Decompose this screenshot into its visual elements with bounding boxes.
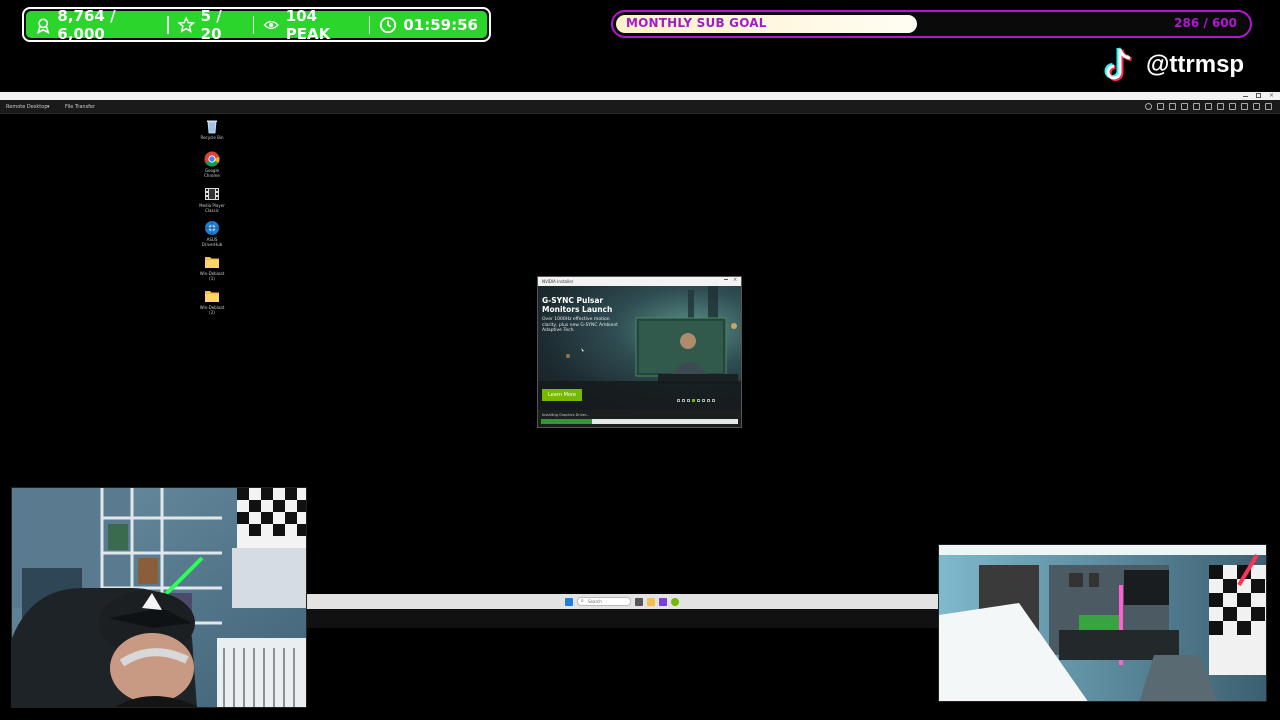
files-icon[interactable] [1229,103,1236,110]
remote-desktop-menu[interactable]: Remote Desktop [6,102,48,112]
maximize-icon[interactable] [1255,93,1261,98]
keyboard-icon[interactable] [1169,103,1176,110]
file-explorer-icon[interactable] [647,597,655,606]
app-icon[interactable] [659,597,667,606]
desktop-icon-asus-driverhub[interactable]: ASUS DriverHub [198,220,226,247]
followers-count: 8,764 / 6,000 [57,6,116,43]
stars-count: 5 / 20 [200,6,222,43]
nvidia-installer-window: NVIDIA Installer × G-SYNC Pulsar Monitor… [537,276,742,428]
windows-start-icon[interactable] [565,597,573,606]
desktop-icon-label: Win-Debloat (2) [199,305,225,315]
carousel-dot-active[interactable] [692,399,695,402]
carousel-dots [677,399,715,402]
room-camera-feed [938,544,1267,702]
clock-icon [380,16,397,33]
record-icon[interactable] [1217,103,1224,110]
divider [252,15,255,34]
close-icon[interactable]: × [733,278,737,283]
carousel-dot[interactable] [697,399,700,402]
media-player-icon [204,186,220,202]
streamer-webcam [11,487,307,708]
carousel-dot[interactable] [677,399,680,402]
timer-stat: 01:59:56 [370,11,487,38]
install-progress-fill [541,419,593,424]
installer-title: NVIDIA Installer [542,279,574,284]
stream-timer: 01:59:56 [403,15,478,34]
settings-icon[interactable] [1145,103,1152,110]
desktop-icon-label: Google Chrome [204,168,220,178]
peak-viewers: 104 PEAK [285,6,331,43]
installer-titlebar[interactable]: NVIDIA Installer × [538,277,741,286]
carousel-dot[interactable] [712,399,715,402]
divider [368,15,371,34]
fullscreen-icon[interactable] [1253,103,1260,110]
minimize-icon[interactable] [1242,96,1248,97]
desktop-icon-label: Media Player Classic [199,203,225,213]
remote-desktop-bottom-edge [307,609,939,628]
chrome-icon [204,151,220,167]
nvidia-app-icon[interactable] [671,597,679,606]
desktop-icon-recycle-bin[interactable]: Recycle Bin [198,118,226,140]
promo-heading: G-SYNC Pulsar Monitors Launch [542,296,613,314]
room-camera-image [939,545,1266,701]
desktop-icon-folder-2[interactable]: Win-Debloat (2) [198,288,226,315]
stream-stats-bar: 8,764 / 6,000 5 / 20 104 PEAK 01:59:56 [22,7,491,43]
desktop-icon-label: Win-Debloat (1) [199,271,225,281]
more-icon[interactable] [1265,103,1272,110]
eye-icon [263,20,280,29]
chevron-down-icon[interactable]: ▾ [47,102,50,112]
carousel-dot[interactable] [682,399,685,402]
pen-icon[interactable] [1181,103,1188,110]
promo-description: Over 1000Hz effective motion clarity, pl… [542,317,618,333]
sub-goal-label: MONTHLY SUB GOAL [626,16,767,30]
webcam-feed-image [12,488,306,707]
star-icon [178,15,195,33]
ribbon-icon [36,17,50,34]
taskbar-search-box[interactable]: ⌕ Search [577,597,631,606]
screen-icon[interactable] [1205,103,1212,110]
followers-stat: 8,764 / 6,000 [26,7,167,43]
info-icon[interactable] [1241,103,1248,110]
stars-stat: 5 / 20 [169,7,252,43]
recycle-bin-icon [204,118,220,134]
carousel-dot[interactable] [687,399,690,402]
desktop-icon-media-player[interactable]: Media Player Classic [198,186,226,213]
task-view-icon[interactable] [635,597,643,606]
tiktok-icon [1104,47,1132,81]
install-progress-bar [541,419,738,424]
learn-more-button[interactable]: Learn More [542,389,582,401]
windows-taskbar: ⌕ Search [307,594,939,609]
minimize-icon[interactable] [724,279,728,283]
chat-icon[interactable] [1193,103,1200,110]
desktop-icon-label: ASUS DriverHub [201,237,223,247]
sub-goal-count: 286 / 600 [1174,16,1237,30]
remote-desktop-toolbar: Remote Desktop ▾ File Transfer [0,100,1280,114]
search-icon: ⌕ [581,598,584,604]
display-icon[interactable] [1157,103,1164,110]
folder-icon [204,288,220,304]
installer-promo-banner: G-SYNC Pulsar Monitors Launch Over 1000H… [538,286,741,410]
carousel-dot[interactable] [702,399,705,402]
remote-desktop-titlebar[interactable]: × [0,92,1280,100]
folder-icon [204,254,220,270]
install-status-text: Installing Graphics Driver... [542,413,590,417]
search-placeholder: Search [588,599,602,604]
desktop-icon-chrome[interactable]: Google Chrome [198,151,226,178]
tiktok-handle-overlay: @ttrmsp [1100,46,1244,84]
sub-goal-bar: MONTHLY SUB GOAL 286 / 600 [611,10,1252,38]
tiktok-username: @ttrmsp [1146,51,1245,78]
remote-toolbar-icons [1145,103,1272,110]
carousel-dot[interactable] [707,399,710,402]
file-transfer-menu[interactable]: File Transfer [65,102,95,112]
asus-driverhub-icon [204,220,220,236]
divider [167,15,170,34]
desktop-icon-label: Recycle Bin [200,135,224,140]
close-icon[interactable]: × [1269,93,1274,99]
peak-stat: 104 PEAK [254,7,368,43]
desktop-icon-folder-1[interactable]: Win-Debloat (1) [198,254,226,281]
